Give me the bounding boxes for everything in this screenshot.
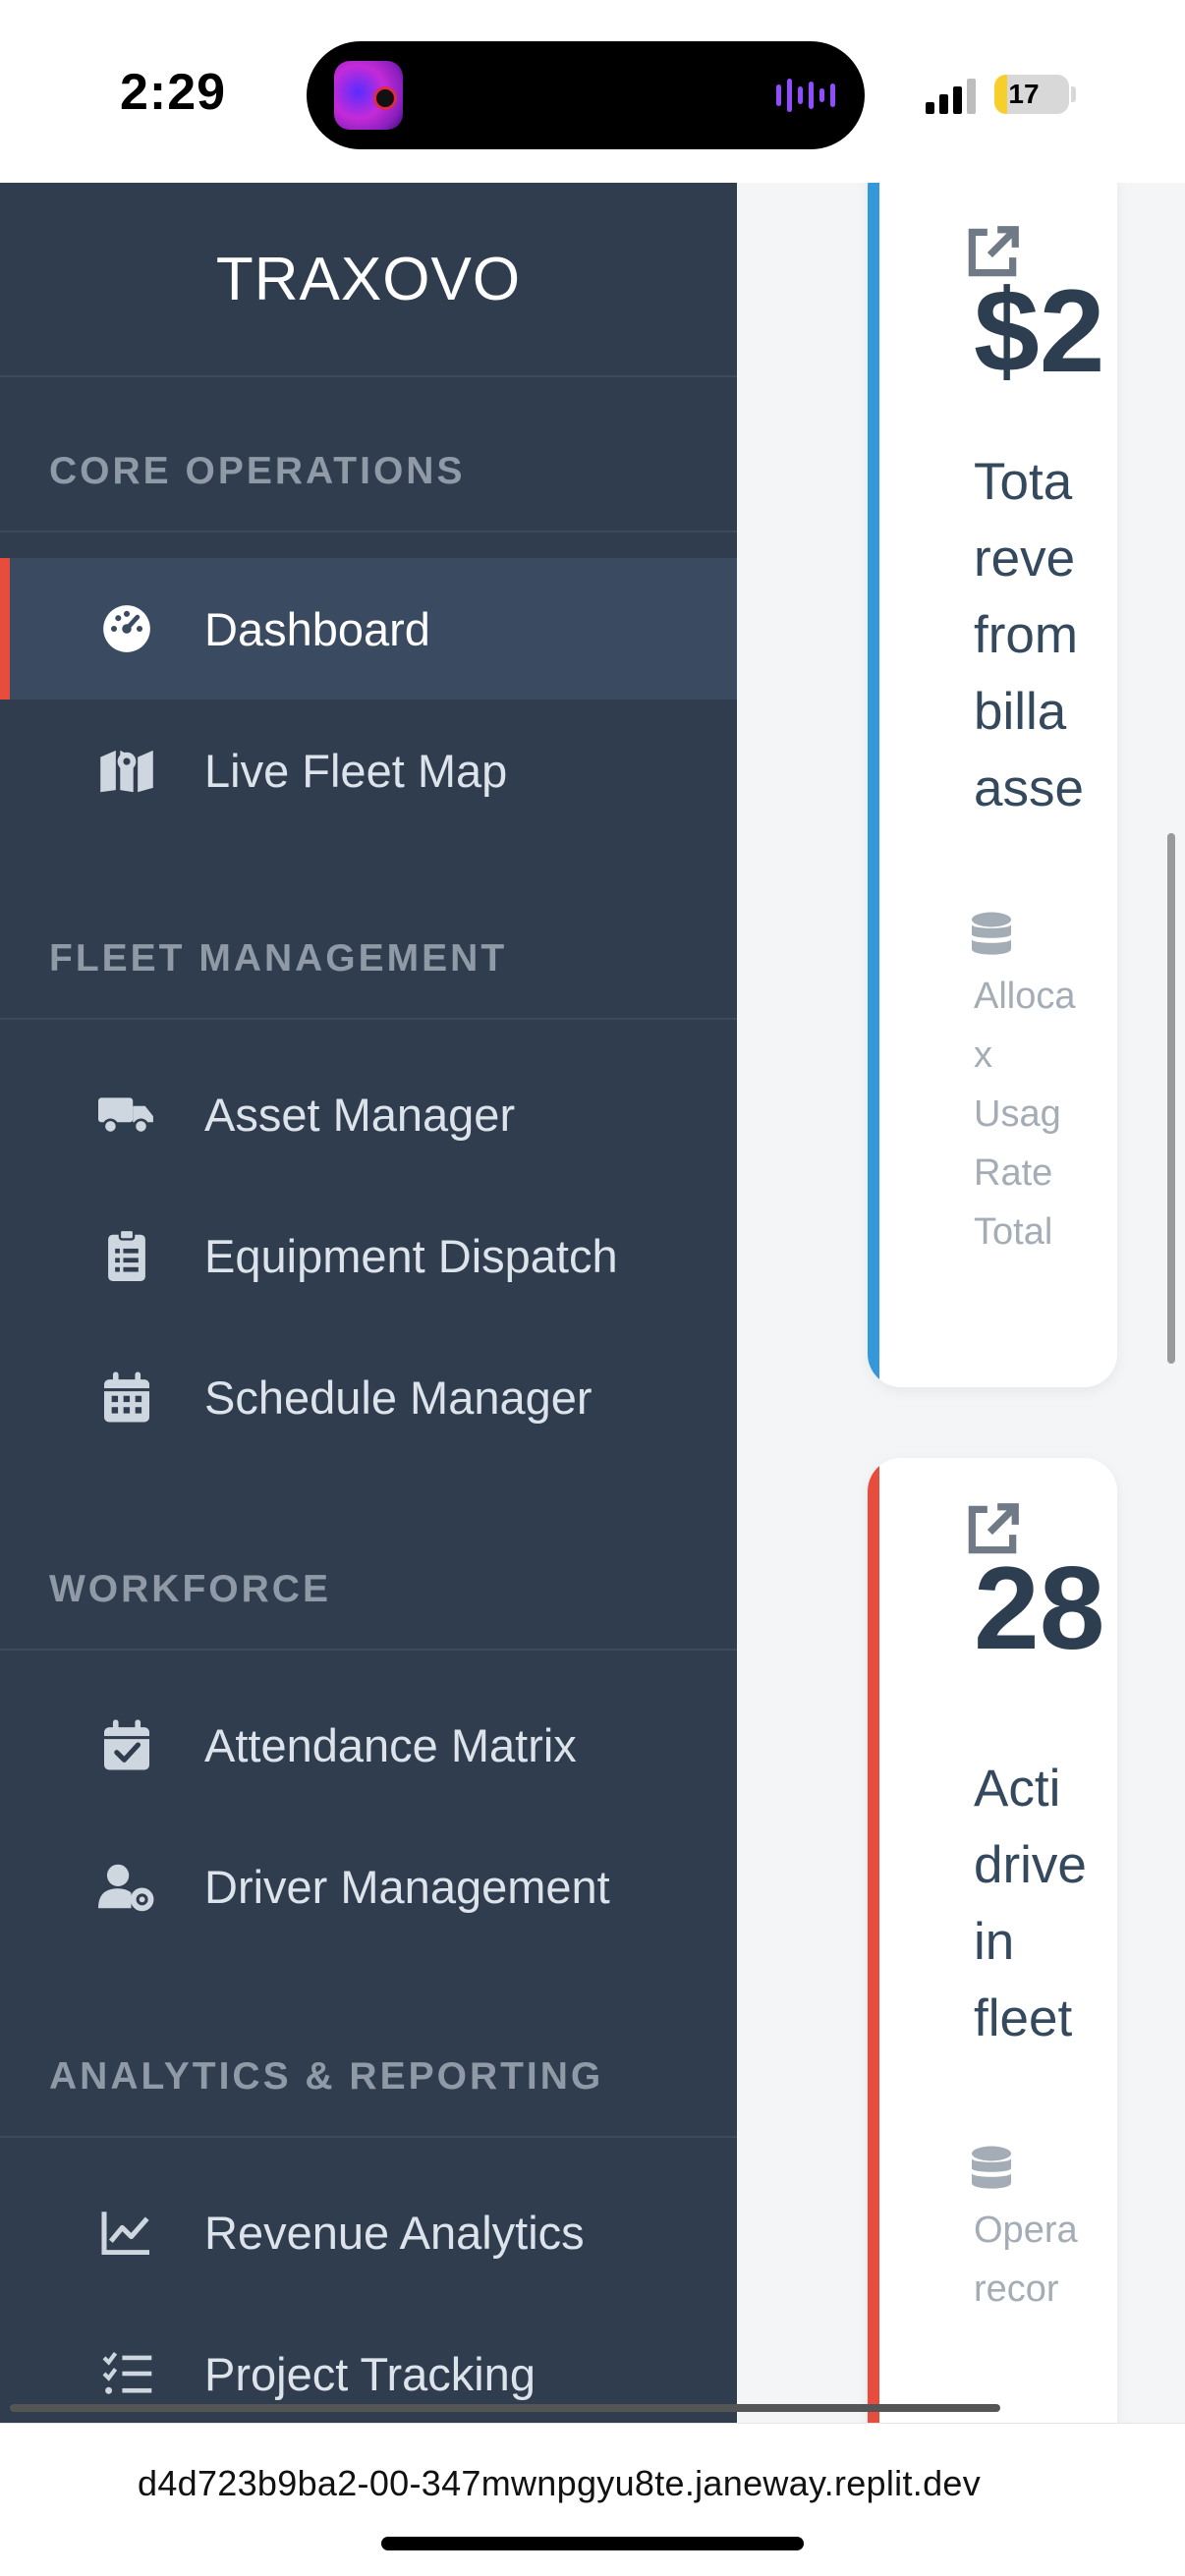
card-accent-bar bbox=[868, 183, 879, 1387]
map-icon bbox=[98, 742, 155, 799]
horizontal-scrollbar[interactable] bbox=[10, 2404, 1000, 2412]
card-description-line: Tota bbox=[974, 453, 1073, 511]
calendar-check-icon bbox=[98, 1716, 155, 1773]
card-footnote-line: x bbox=[974, 1035, 992, 1076]
card-description-line: fleet bbox=[974, 1989, 1073, 2047]
card-footnote-line: Usag bbox=[974, 1093, 1061, 1135]
card-footnote-line: Opera bbox=[974, 2210, 1078, 2251]
card-description: Acti drive in fleet bbox=[974, 1751, 1117, 2057]
sidebar-item-schedule-manager[interactable]: Schedule Manager bbox=[0, 1326, 737, 1468]
card-description-line: Acti bbox=[974, 1760, 1061, 1818]
sidebar-item-live-fleet-map[interactable]: Live Fleet Map bbox=[0, 700, 737, 841]
cellular-signal-icon bbox=[926, 77, 976, 114]
card-footnote: Alloca x Usag Rate Total bbox=[974, 967, 1076, 1261]
card-value: $2 bbox=[974, 265, 1105, 397]
audio-waveform-icon bbox=[776, 79, 835, 112]
card-description-line: billa bbox=[974, 683, 1067, 741]
card-value: 28 bbox=[974, 1542, 1105, 1674]
sidebar-item-dashboard[interactable]: Dashboard bbox=[0, 558, 737, 700]
now-playing-app-icon[interactable] bbox=[334, 61, 403, 130]
section-title-analytics-reporting: ANALYTICS & REPORTING bbox=[49, 2055, 604, 2098]
card-description: Tota reve from billa asse bbox=[974, 444, 1117, 827]
card-footnote-line: Rate bbox=[974, 1152, 1053, 1194]
url-text[interactable]: d4d723b9ba2-00-347mwnpgyu8te.janeway.rep… bbox=[138, 2463, 981, 2504]
sidebar-item-label: Equipment Dispatch bbox=[204, 1229, 618, 1282]
metric-card-drivers[interactable]: 28 Acti drive in fleet Opera recor bbox=[868, 1458, 1117, 2423]
card-description-line: asse bbox=[974, 759, 1084, 817]
card-description-line: in bbox=[974, 1913, 1015, 1971]
sidebar-item-driver-management[interactable]: Driver Management bbox=[0, 1816, 737, 1957]
sidebar-item-label: Driver Management bbox=[204, 1860, 610, 1913]
vertical-scrollbar[interactable] bbox=[1167, 833, 1175, 1364]
battery-icon: 17 bbox=[994, 75, 1069, 114]
tachometer-icon bbox=[98, 600, 155, 657]
status-time: 2:29 bbox=[120, 64, 227, 121]
clipboard-list-icon bbox=[98, 1227, 155, 1284]
section-divider bbox=[0, 2136, 737, 2138]
section-divider bbox=[0, 1649, 737, 1651]
sidebar-item-label: Attendance Matrix bbox=[204, 1718, 577, 1771]
line-chart-icon bbox=[98, 2204, 155, 2261]
card-footnote-line: recor bbox=[974, 2268, 1059, 2310]
battery-percentage: 17 bbox=[1008, 79, 1040, 109]
battery-nub bbox=[1071, 86, 1076, 102]
sidebar-item-asset-manager[interactable]: Asset Manager bbox=[0, 1043, 737, 1185]
brand-title[interactable]: TRAXOVO bbox=[0, 183, 737, 377]
calendar-icon bbox=[98, 1369, 155, 1426]
card-footnote-line: Total bbox=[974, 1211, 1053, 1253]
metric-card-revenue[interactable]: $2 Tota reve from billa asse Alloca x Us… bbox=[868, 183, 1117, 1387]
user-gear-icon bbox=[98, 1858, 155, 1915]
card-description-line: reve bbox=[974, 530, 1076, 588]
sidebar-item-label: Live Fleet Map bbox=[204, 744, 508, 797]
status-bar: 2:29 17 bbox=[0, 0, 1185, 183]
section-divider bbox=[0, 1018, 737, 1020]
sidebar-item-label: Asset Manager bbox=[204, 1088, 516, 1141]
card-footnote: Opera recor bbox=[974, 2201, 1078, 2319]
task-list-icon bbox=[98, 2345, 155, 2402]
card-description-line: drive bbox=[974, 1836, 1087, 1894]
sidebar-item-equipment-dispatch[interactable]: Equipment Dispatch bbox=[0, 1185, 737, 1326]
database-icon bbox=[972, 912, 1011, 957]
section-divider bbox=[0, 531, 737, 532]
main-content: $2 Tota reve from billa asse Alloca x Us… bbox=[737, 183, 1185, 2423]
section-title-core-operations: CORE OPERATIONS bbox=[49, 450, 466, 492]
sidebar: TRAXOVO CORE OPERATIONS Dashboard Live F… bbox=[0, 183, 737, 2423]
sidebar-item-label: Dashboard bbox=[204, 602, 430, 655]
sidebar-item-label: Revenue Analytics bbox=[204, 2206, 585, 2259]
section-title-workforce: WORKFORCE bbox=[49, 1568, 331, 1610]
card-accent-bar bbox=[868, 1458, 879, 2423]
sidebar-item-label: Schedule Manager bbox=[204, 1371, 592, 1424]
sidebar-item-attendance-matrix[interactable]: Attendance Matrix bbox=[0, 1674, 737, 1816]
browser-address-bar[interactable]: d4d723b9ba2-00-347mwnpgyu8te.janeway.rep… bbox=[0, 2423, 1185, 2576]
sidebar-item-revenue-analytics[interactable]: Revenue Analytics bbox=[0, 2161, 737, 2303]
sidebar-item-label: Project Tracking bbox=[204, 2347, 536, 2400]
card-description-line: from bbox=[974, 606, 1078, 664]
screen: 2:29 17 TRAXOVO CORE OPERATIONS Dashboar… bbox=[0, 0, 1185, 2576]
dynamic-island[interactable] bbox=[307, 41, 865, 149]
database-icon bbox=[972, 2146, 1011, 2191]
card-footnote-line: Alloca bbox=[974, 976, 1076, 1017]
home-indicator[interactable] bbox=[381, 2537, 804, 2550]
section-title-fleet-management: FLEET MANAGEMENT bbox=[49, 937, 508, 980]
truck-icon bbox=[98, 1086, 155, 1143]
